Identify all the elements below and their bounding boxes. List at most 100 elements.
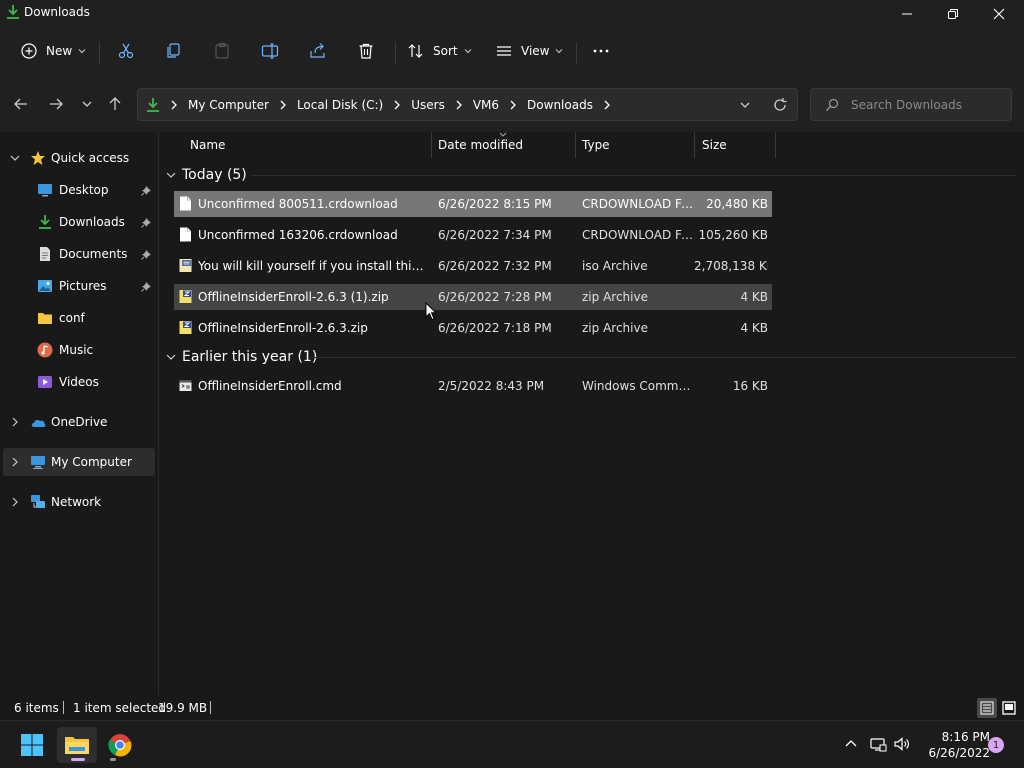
- pin-icon[interactable]: [141, 217, 152, 228]
- clock-date: 6/26/2022: [928, 746, 990, 760]
- chevron-right-icon[interactable]: [392, 100, 402, 110]
- delete-button[interactable]: [357, 36, 375, 66]
- sidebar-item-music[interactable]: Music: [0, 336, 155, 364]
- file-type: zip Archive: [582, 321, 648, 335]
- chevron-right-icon[interactable]: [508, 100, 518, 110]
- sidebar-item-conf[interactable]: conf: [0, 304, 155, 332]
- pin-icon[interactable]: [141, 281, 152, 292]
- start-button[interactable]: [12, 727, 52, 763]
- tiles-view-button[interactable]: [999, 698, 1019, 718]
- pin-icon[interactable]: [141, 249, 152, 260]
- sidebar-item-pictures[interactable]: Pictures: [0, 272, 155, 300]
- column-divider[interactable]: [775, 132, 776, 158]
- taskbar-file-explorer[interactable]: [57, 727, 97, 763]
- minimize-button[interactable]: [884, 0, 930, 28]
- file-row[interactable]: OfflineInsiderEnroll.cmd 2/5/2022 8:43 P…: [174, 373, 772, 399]
- refresh-icon[interactable]: [772, 97, 788, 113]
- search-box[interactable]: [810, 88, 1012, 121]
- column-divider[interactable]: [694, 132, 695, 158]
- volume-icon[interactable]: [893, 735, 911, 753]
- chevron-right-icon[interactable]: [602, 100, 612, 110]
- pin-icon[interactable]: [141, 185, 152, 196]
- share-button[interactable]: [309, 36, 327, 66]
- file-row[interactable]: OfflineInsiderEnroll-2.6.3 (1).zip 6/26/…: [174, 284, 772, 310]
- plus-circle-icon: [21, 43, 37, 59]
- group-label: Earlier this year (1): [182, 349, 318, 365]
- forward-button[interactable]: [46, 94, 66, 114]
- sidebar-item-videos[interactable]: Videos: [0, 368, 155, 396]
- column-header-size[interactable]: Size: [702, 132, 774, 158]
- file-date: 6/26/2022 7:28 PM: [438, 290, 552, 304]
- close-icon: [993, 8, 1005, 20]
- download-icon: [7, 5, 19, 19]
- taskbar-chrome[interactable]: [100, 727, 140, 763]
- restore-button[interactable]: [930, 0, 976, 28]
- sidebar-item-desktop[interactable]: Desktop: [0, 176, 155, 204]
- column-header-name[interactable]: Name: [190, 132, 430, 158]
- column-divider[interactable]: [575, 132, 576, 158]
- running-indicator: [110, 758, 116, 761]
- up-button[interactable]: [105, 94, 125, 114]
- paste-icon: [215, 42, 229, 59]
- sidebar-item-my-computer[interactable]: My Computer: [3, 448, 155, 476]
- sidebar-item-downloads[interactable]: Downloads: [0, 208, 155, 236]
- column-header-type[interactable]: Type: [582, 132, 692, 158]
- command-bar: New Sort View: [0, 28, 1024, 74]
- breadcrumb-my-computer[interactable]: My Computer: [188, 98, 269, 112]
- file-size: 16 KB: [732, 379, 768, 393]
- more-options-button[interactable]: [592, 36, 610, 66]
- group-header-today[interactable]: Today (5): [166, 163, 247, 187]
- address-history-chevron-icon[interactable]: [738, 98, 752, 112]
- rename-button[interactable]: [261, 36, 279, 66]
- breadcrumb-local-disk[interactable]: Local Disk (C:): [297, 98, 383, 112]
- clock-time: 8:16 PM: [941, 730, 990, 744]
- sidebar-item-network[interactable]: Network: [0, 488, 155, 516]
- copy-button[interactable]: [165, 36, 183, 66]
- chevron-right-icon[interactable]: [10, 497, 20, 507]
- chevron-right-icon[interactable]: [10, 417, 20, 427]
- breadcrumb-downloads[interactable]: Downloads: [527, 98, 593, 112]
- title-bar: Downloads: [0, 0, 1024, 28]
- cmd-file-icon: [179, 380, 192, 391]
- sidebar-item-label: OneDrive: [51, 415, 108, 429]
- picture-icon: [38, 280, 52, 292]
- close-button[interactable]: [976, 0, 1022, 28]
- details-view-button[interactable]: [977, 698, 997, 718]
- sort-label: Sort: [433, 44, 458, 58]
- breadcrumb-vm6[interactable]: VM6: [473, 98, 499, 112]
- chevron-up-icon[interactable]: [842, 735, 860, 753]
- chevron-right-icon[interactable]: [454, 100, 464, 110]
- sort-button[interactable]: Sort: [407, 36, 472, 66]
- view-button[interactable]: View: [495, 36, 563, 66]
- file-type: CRDOWNLOAD File: [582, 197, 694, 211]
- sidebar-item-quick-access[interactable]: Quick access: [0, 144, 155, 172]
- chevron-right-icon[interactable]: [10, 457, 20, 467]
- system-clock[interactable]: 8:16 PM 6/26/2022: [918, 729, 990, 761]
- column-header-date[interactable]: Date modified: [438, 132, 573, 158]
- file-name: OfflineInsiderEnroll-2.6.3 (1).zip: [198, 290, 389, 304]
- breadcrumb-users[interactable]: Users: [411, 98, 445, 112]
- recent-locations-button[interactable]: [77, 94, 97, 114]
- sidebar-item-onedrive[interactable]: OneDrive: [0, 408, 155, 436]
- column-divider[interactable]: [431, 132, 432, 158]
- group-header-earlier-this-year[interactable]: Earlier this year (1): [166, 345, 317, 369]
- file-row[interactable]: Unconfirmed 800511.crdownload 6/26/2022 …: [174, 191, 772, 217]
- sidebar-item-documents[interactable]: Documents: [0, 240, 155, 268]
- download-icon: [39, 215, 51, 229]
- chevron-right-icon[interactable]: [278, 100, 288, 110]
- search-input[interactable]: [851, 95, 1001, 115]
- network-status-icon[interactable]: [869, 735, 887, 753]
- star-icon: [31, 151, 45, 165]
- back-button[interactable]: [11, 94, 31, 114]
- chevron-down-icon: [78, 49, 86, 54]
- cut-button[interactable]: [117, 36, 135, 66]
- notification-badge[interactable]: 1: [988, 737, 1004, 753]
- new-button[interactable]: New: [20, 36, 86, 66]
- file-row[interactable]: You will kill yourself if you install th…: [174, 253, 772, 279]
- column-header-label: Name: [190, 138, 226, 152]
- paste-button[interactable]: [213, 36, 231, 66]
- file-row[interactable]: Unconfirmed 163206.crdownload 6/26/2022 …: [174, 222, 772, 248]
- address-bar[interactable]: My Computer Local Disk (C:) Users VM6 Do…: [137, 88, 798, 121]
- file-row[interactable]: OfflineInsiderEnroll-2.6.3.zip 6/26/2022…: [174, 315, 772, 341]
- chevron-down-icon[interactable]: [10, 153, 20, 163]
